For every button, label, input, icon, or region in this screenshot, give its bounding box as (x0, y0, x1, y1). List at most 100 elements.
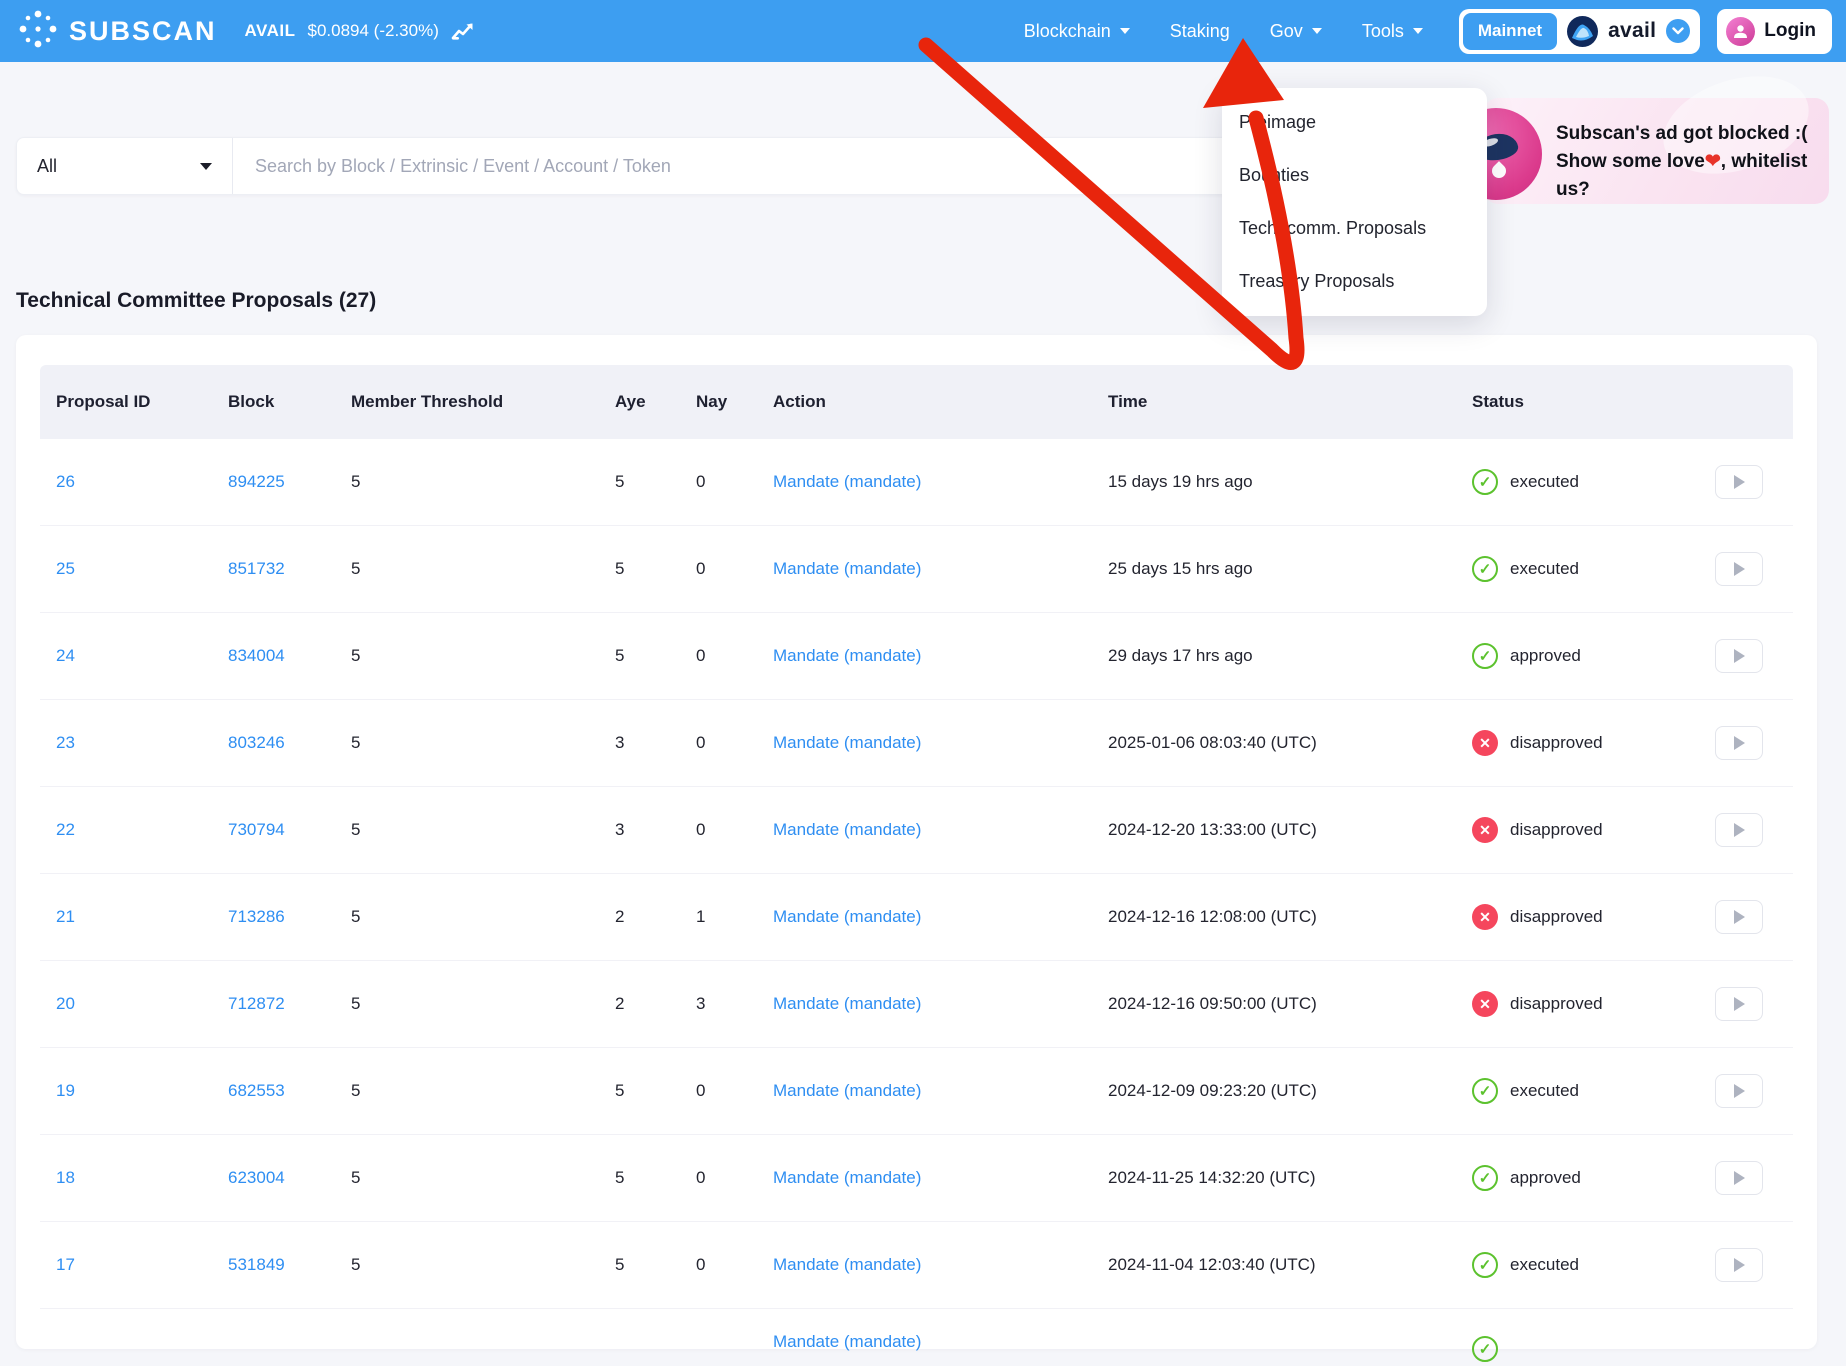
expand-row-button[interactable] (1715, 726, 1763, 760)
proposal-id-link[interactable]: 20 (56, 994, 75, 1013)
status-label: disapproved (1510, 733, 1603, 753)
subscan-logo[interactable]: SUBSCAN (18, 9, 217, 54)
action-link[interactable]: Mandate (mandate) (773, 1168, 921, 1187)
nay-count: 0 (696, 1081, 773, 1101)
col-header-status: Status (1472, 392, 1777, 412)
proposal-id-link[interactable]: 19 (56, 1081, 75, 1100)
action-link[interactable]: Mandate (mandate) (773, 1255, 921, 1274)
ad-line2: Show some love❤, whitelist us? (1556, 148, 1829, 204)
gov-menu-item-tech-comm-proposals[interactable]: Tech. comm. Proposals (1222, 202, 1487, 255)
gov-menu-item-preimage[interactable]: Preimage (1222, 96, 1487, 149)
action-link[interactable]: Mandate (mandate) (773, 1332, 921, 1351)
member-threshold-value: 5 (351, 472, 615, 492)
table-row: 24 834004 5 5 0 Mandate (mandate) 29 day… (40, 613, 1793, 700)
action-link[interactable]: Mandate (mandate) (773, 994, 921, 1013)
expand-row-button[interactable] (1715, 1161, 1763, 1195)
proposal-id-link[interactable]: 17 (56, 1255, 75, 1274)
member-threshold-value: 5 (351, 1168, 615, 1188)
expand-row-button[interactable] (1715, 1074, 1763, 1108)
expand-row-button[interactable] (1715, 813, 1763, 847)
action-link[interactable]: Mandate (mandate) (773, 559, 921, 578)
search-filter-dropdown[interactable]: All (17, 138, 233, 194)
action-link[interactable]: Mandate (mandate) (773, 1081, 921, 1100)
block-link[interactable]: 834004 (228, 646, 285, 665)
avail-logo-icon (1567, 16, 1598, 47)
proposal-id-link[interactable]: 18 (56, 1168, 75, 1187)
table-row-partial: Mandate (mandate) ✓ (40, 1309, 1793, 1349)
aye-count: 5 (615, 559, 696, 579)
aye-count: 5 (615, 1168, 696, 1188)
price-chart-icon[interactable] (451, 21, 475, 41)
check-circle-icon: ✓ (1472, 1336, 1498, 1362)
table-row: 20 712872 5 2 3 Mandate (mandate) 2024-1… (40, 961, 1793, 1048)
network-dropdown-toggle[interactable] (1666, 19, 1690, 43)
proposal-id-link[interactable]: 21 (56, 907, 75, 926)
expand-row-button[interactable] (1715, 900, 1763, 934)
status-label: executed (1510, 1081, 1579, 1101)
gov-menu-item-bounties[interactable]: Bounties (1222, 149, 1487, 202)
action-link[interactable]: Mandate (mandate) (773, 733, 921, 752)
expand-row-button[interactable] (1715, 552, 1763, 586)
action-link[interactable]: Mandate (mandate) (773, 472, 921, 491)
aye-count: 5 (615, 1081, 696, 1101)
nav-item-gov[interactable]: Gov (1270, 21, 1322, 42)
aye-count: 2 (615, 907, 696, 927)
action-link[interactable]: Mandate (mandate) (773, 907, 921, 926)
user-avatar-icon (1726, 17, 1755, 46)
token-price: $0.0894 (-2.30%) (308, 21, 439, 41)
block-link[interactable]: 712872 (228, 994, 285, 1013)
block-link[interactable]: 531849 (228, 1255, 285, 1274)
nav-item-staking[interactable]: Staking (1170, 21, 1230, 42)
proposal-id-link[interactable]: 26 (56, 472, 75, 491)
expand-row-button[interactable] (1715, 1248, 1763, 1282)
gov-menu-item-treasury-proposals[interactable]: Treasury Proposals (1222, 255, 1487, 308)
proposal-id-link[interactable]: 23 (56, 733, 75, 752)
action-link[interactable]: Mandate (mandate) (773, 646, 921, 665)
time-value: 2024-12-16 12:08:00 (UTC) (1108, 907, 1472, 927)
status-label: disapproved (1510, 994, 1603, 1014)
nav-label: Gov (1270, 21, 1303, 42)
block-link[interactable]: 894225 (228, 472, 285, 491)
mainnet-button[interactable]: Mainnet (1463, 13, 1557, 50)
status-cell: ✓ executed (1472, 1074, 1777, 1108)
status-cell: ✓ approved (1472, 639, 1777, 673)
status-cell: ✕ disapproved (1472, 987, 1777, 1021)
ad-blocked-banner[interactable]: Subscan's ad got blocked :( Show some lo… (1484, 98, 1829, 204)
block-link[interactable]: 623004 (228, 1168, 285, 1187)
aye-count: 5 (615, 472, 696, 492)
proposal-id-link[interactable]: 25 (56, 559, 75, 578)
block-link[interactable]: 730794 (228, 820, 285, 839)
expand-row-button[interactable] (1715, 465, 1763, 499)
login-button[interactable]: Login (1717, 9, 1832, 54)
check-circle-icon: ✓ (1472, 643, 1498, 669)
block-link[interactable]: 803246 (228, 733, 285, 752)
nav-item-blockchain[interactable]: Blockchain (1024, 21, 1130, 42)
aye-count: 5 (615, 1255, 696, 1275)
chevron-down-icon (1413, 28, 1423, 34)
heart-icon: ❤ (1705, 151, 1721, 172)
action-link[interactable]: Mandate (mandate) (773, 820, 921, 839)
time-value: 2024-12-20 13:33:00 (UTC) (1108, 820, 1472, 840)
play-icon (1734, 1258, 1745, 1272)
block-link[interactable]: 851732 (228, 559, 285, 578)
col-header-proposal-id: Proposal ID (56, 392, 228, 412)
block-link[interactable]: 713286 (228, 907, 285, 926)
status-label: approved (1510, 1168, 1581, 1188)
proposal-id-link[interactable]: 22 (56, 820, 75, 839)
block-link[interactable]: 682553 (228, 1081, 285, 1100)
member-threshold-value: 5 (351, 1081, 615, 1101)
nav-item-tools[interactable]: Tools (1362, 21, 1423, 42)
nay-count: 1 (696, 907, 773, 927)
chevron-down-icon (1120, 28, 1130, 34)
col-header-time: Time (1108, 392, 1472, 412)
member-threshold-value: 5 (351, 559, 615, 579)
check-circle-icon: ✓ (1472, 469, 1498, 495)
nav-label: Blockchain (1024, 21, 1111, 42)
time-value: 2024-11-25 14:32:20 (UTC) (1108, 1168, 1472, 1188)
col-header-aye: Aye (615, 392, 696, 412)
status-label: disapproved (1510, 820, 1603, 840)
expand-row-button[interactable] (1715, 639, 1763, 673)
expand-row-button[interactable] (1715, 987, 1763, 1021)
proposal-id-link[interactable]: 24 (56, 646, 75, 665)
member-threshold-value: 5 (351, 646, 615, 666)
